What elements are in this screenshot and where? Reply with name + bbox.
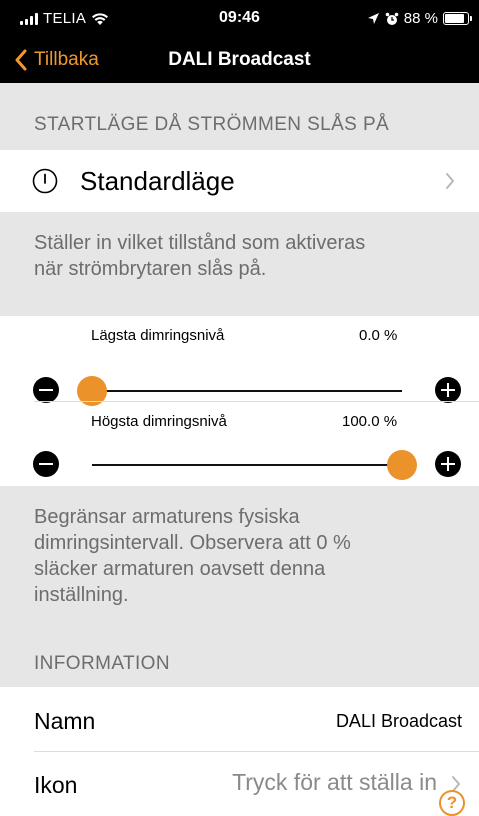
section-header-power-on: STARTLÄGE DÅ STRÖMMEN SLÅS PÅ — [34, 114, 390, 135]
name-label: Namn — [34, 708, 96, 734]
description-line: Ställer in vilket tillstånd som aktivera… — [34, 232, 366, 254]
icon-row[interactable]: Ikon Tryck för att ställa in ? — [0, 752, 479, 816]
battery-percent: 88 % — [403, 10, 438, 27]
dimming-description: Begränsar armaturens fysiska dimringsint… — [34, 504, 351, 608]
description-line: släcker armaturen oavsett denna — [34, 558, 326, 580]
divider — [34, 401, 479, 402]
page-title: DALI Broadcast — [168, 49, 311, 70]
status-bar: TELIA 09:46 88 % — [0, 0, 479, 38]
min-dim-slider-track[interactable] — [92, 390, 402, 392]
description-line: Begränsar armaturens fysiska — [34, 506, 300, 528]
status-right: 88 % — [367, 10, 472, 27]
navigation-bar: Tillbaka DALI Broadcast — [0, 38, 479, 83]
max-dim-label: Högsta dimringsnivå — [91, 413, 227, 430]
section-header-information: INFORMATION — [34, 653, 170, 674]
max-dim-slider-track[interactable] — [92, 464, 402, 466]
description-line: dimringsintervall. Observera att 0 % — [34, 532, 351, 554]
dimming-range-panel: Lägsta dimringsnivå 0.0 % Högsta dimring… — [0, 316, 479, 486]
name-row[interactable]: Namn DALI Broadcast — [0, 687, 479, 751]
min-dim-label: Lägsta dimringsnivå — [91, 327, 225, 344]
min-dim-increase-button[interactable] — [435, 377, 461, 403]
max-dim-decrease-button[interactable] — [33, 451, 59, 477]
description-line: när strömbrytaren slås på. — [34, 258, 267, 280]
max-dim-value: 100.0 % — [342, 413, 398, 430]
help-icon[interactable]: ? — [439, 790, 465, 816]
name-value: DALI Broadcast — [335, 711, 462, 731]
chevron-right-icon — [446, 173, 454, 189]
max-dim-slider-knob[interactable] — [387, 450, 417, 480]
power-on-mode-label: Standardläge — [80, 166, 235, 196]
information-panel: Namn DALI Broadcast Ikon Tryck för att s… — [0, 687, 479, 816]
icon-label: Ikon — [34, 772, 78, 798]
max-dim-increase-button[interactable] — [435, 451, 461, 477]
location-arrow-icon — [367, 13, 379, 24]
icon-value: Tryck för att ställa in — [232, 769, 437, 795]
min-dim-value: 0.0 % — [359, 327, 398, 344]
power-on-description: Ställer in vilket tillstånd som aktivera… — [34, 230, 365, 282]
alarm-clock-icon — [385, 12, 399, 25]
min-dim-decrease-button[interactable] — [33, 377, 59, 403]
description-line: inställning. — [34, 584, 129, 606]
battery-icon — [443, 12, 472, 25]
power-icon — [32, 168, 58, 194]
power-on-mode-row[interactable]: Standardläge — [0, 150, 479, 212]
